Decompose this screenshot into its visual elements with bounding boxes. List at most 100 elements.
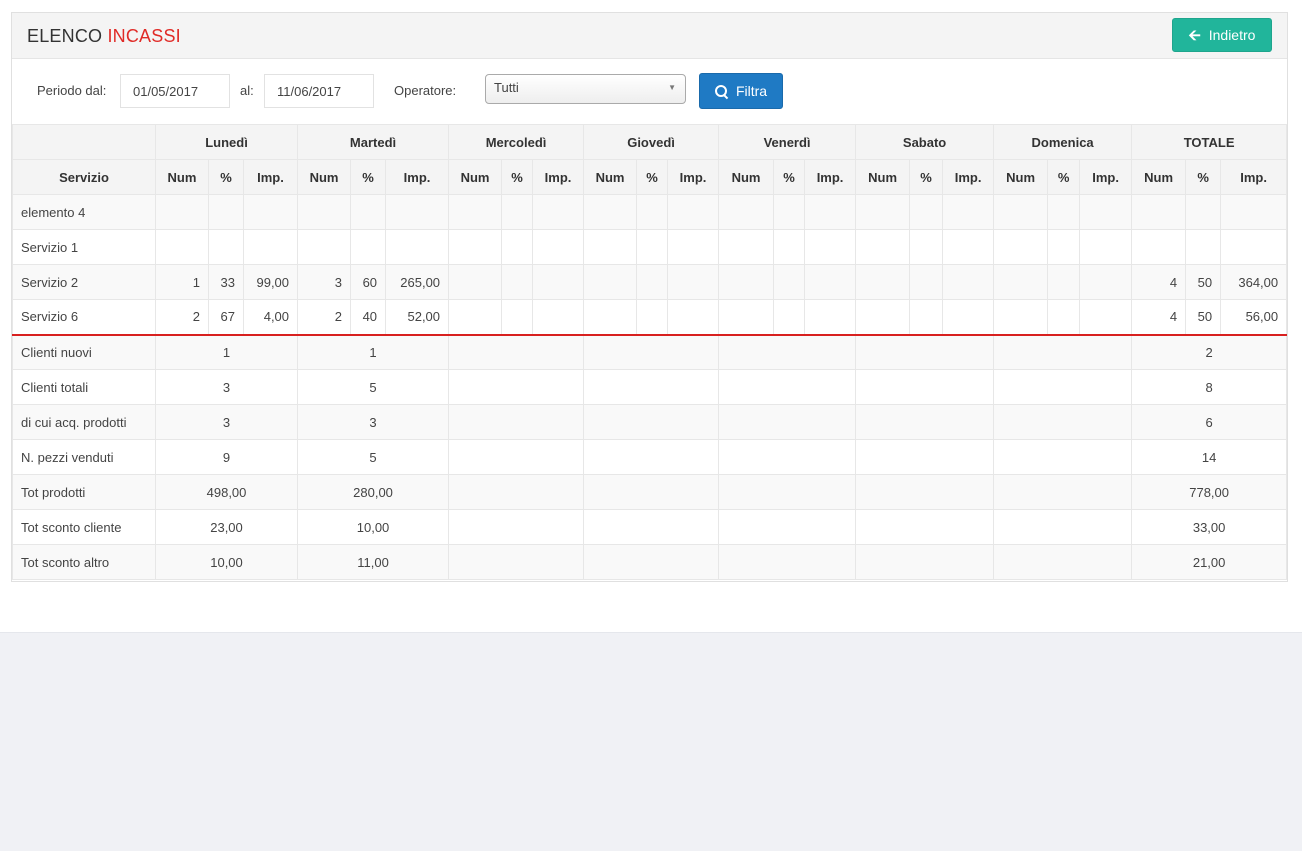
table-cell [718, 194, 775, 230]
summary-cell: 1 [154, 334, 299, 370]
summary-cell [718, 334, 857, 370]
table-cell [942, 194, 995, 230]
service-header: Servizio [12, 159, 156, 195]
table-row: elemento 4 [12, 194, 1288, 230]
table-cell [501, 229, 534, 265]
table-cell: 60 [350, 264, 387, 300]
day-header-venerdi: Venerdì [718, 124, 857, 160]
summary-cell [993, 509, 1133, 545]
table-cell: 3 [297, 264, 352, 300]
table-cell [1047, 264, 1081, 300]
table-cell: 364,00 [1220, 264, 1288, 300]
summary-cell: 10,00 [154, 544, 299, 580]
summary-cell [993, 404, 1133, 440]
table-row: Servizio 2 1 33 99,00 3 60 265,00 4 50 364,00 [12, 264, 1288, 300]
table-cell [855, 229, 911, 265]
summary-cell: 8 [1131, 369, 1288, 405]
table-cell [385, 194, 450, 230]
summary-cell [993, 334, 1133, 370]
summary-cell [993, 474, 1133, 510]
summary-cell [855, 369, 995, 405]
day-header-martedi: Martedì [297, 124, 450, 160]
summary-cell [583, 369, 720, 405]
table-cell [636, 194, 669, 230]
summary-cell [583, 474, 720, 510]
search-icon [714, 84, 728, 98]
incassi-panel: ELENCO INCASSI 🡨 Indietro Periodo dal: 0… [11, 12, 1288, 582]
sub-header-cell: % [501, 159, 534, 195]
period-to-input[interactable]: 11/06/2017 [264, 74, 374, 108]
sub-header-cell: Imp. [667, 159, 720, 195]
period-to-label: al: [240, 83, 254, 98]
sub-header-cell: Num [583, 159, 638, 195]
table-cell [532, 229, 585, 265]
sub-header-cell: Imp. [532, 159, 585, 195]
summary-row: Tot sconto cliente 23,00 10,00 33,00 [12, 509, 1288, 545]
summary-cell: 1 [297, 334, 450, 370]
table-cell [636, 229, 669, 265]
table-cell [667, 229, 720, 265]
summary-cell [583, 404, 720, 440]
table-cell: 99,00 [242, 264, 299, 300]
summary-row: Clienti totali 3 5 8 [12, 369, 1288, 405]
table-cell [804, 194, 857, 230]
table-cell [804, 229, 857, 265]
summary-cell [583, 544, 720, 580]
table-cell [1220, 229, 1288, 265]
table-cell [942, 229, 995, 265]
summary-cell [993, 544, 1133, 580]
summary-cell: 21,00 [1131, 544, 1288, 580]
filter-bar: Periodo dal: 01/05/2017 al: 11/06/2017 O… [12, 59, 1287, 123]
back-button[interactable]: 🡨 Indietro [1172, 18, 1272, 52]
summary-cell: 5 [297, 439, 450, 475]
row-label: Tot prodotti [12, 474, 156, 510]
sub-header-cell: Num [297, 159, 352, 195]
table-cell [667, 299, 720, 336]
summary-cell [448, 334, 585, 370]
table-cell [667, 264, 720, 300]
filter-button[interactable]: Filtra [699, 73, 783, 109]
summary-cell: 3 [154, 404, 299, 440]
summary-cell [448, 544, 585, 580]
table-cell [942, 264, 995, 300]
table-cell [583, 264, 638, 300]
summary-cell [718, 509, 857, 545]
summary-cell: 23,00 [154, 509, 299, 545]
table-cell [448, 194, 503, 230]
period-from-input[interactable]: 01/05/2017 [120, 74, 230, 108]
table-cell [909, 229, 944, 265]
table-cell: 67 [208, 299, 244, 336]
sub-header-cell: Imp. [942, 159, 995, 195]
sub-header-cell: Num [155, 159, 209, 195]
operator-select[interactable]: Tutti ▼ [485, 74, 686, 104]
summary-cell: 778,00 [1131, 474, 1288, 510]
day-header-sabato: Sabato [855, 124, 995, 160]
table-cell: 2 [297, 299, 352, 336]
table-cell [448, 229, 503, 265]
table-cell [855, 299, 911, 336]
day-header-lunedi: Lunedì [154, 124, 299, 160]
table-cell [155, 194, 209, 230]
table-cell: 52,00 [385, 299, 450, 336]
sub-header-cell: Imp. [804, 159, 857, 195]
operator-label: Operatore: [394, 83, 457, 98]
sub-header-cell: Num [718, 159, 775, 195]
table-cell [993, 229, 1049, 265]
table-cell [773, 194, 806, 230]
row-label: N. pezzi venduti [12, 439, 156, 475]
table-cell [242, 194, 299, 230]
summary-cell [718, 439, 857, 475]
sub-header-row: Servizio Num% Imp. Num% Imp. Num% Imp. Num% Imp… [12, 159, 1288, 195]
title-accent: INCASSI [107, 26, 181, 46]
summary-cell: 3 [297, 404, 450, 440]
summary-cell: 9 [154, 439, 299, 475]
table-cell: 56,00 [1220, 299, 1288, 336]
row-label: Tot sconto cliente [12, 509, 156, 545]
table-cell: 4,00 [242, 299, 299, 336]
summary-cell [718, 544, 857, 580]
day-header-totale: TOTALE [1131, 124, 1288, 160]
summary-cell: 33,00 [1131, 509, 1288, 545]
table-cell: 2 [155, 299, 209, 336]
table-cell: 40 [350, 299, 387, 336]
summary-cell [855, 544, 995, 580]
